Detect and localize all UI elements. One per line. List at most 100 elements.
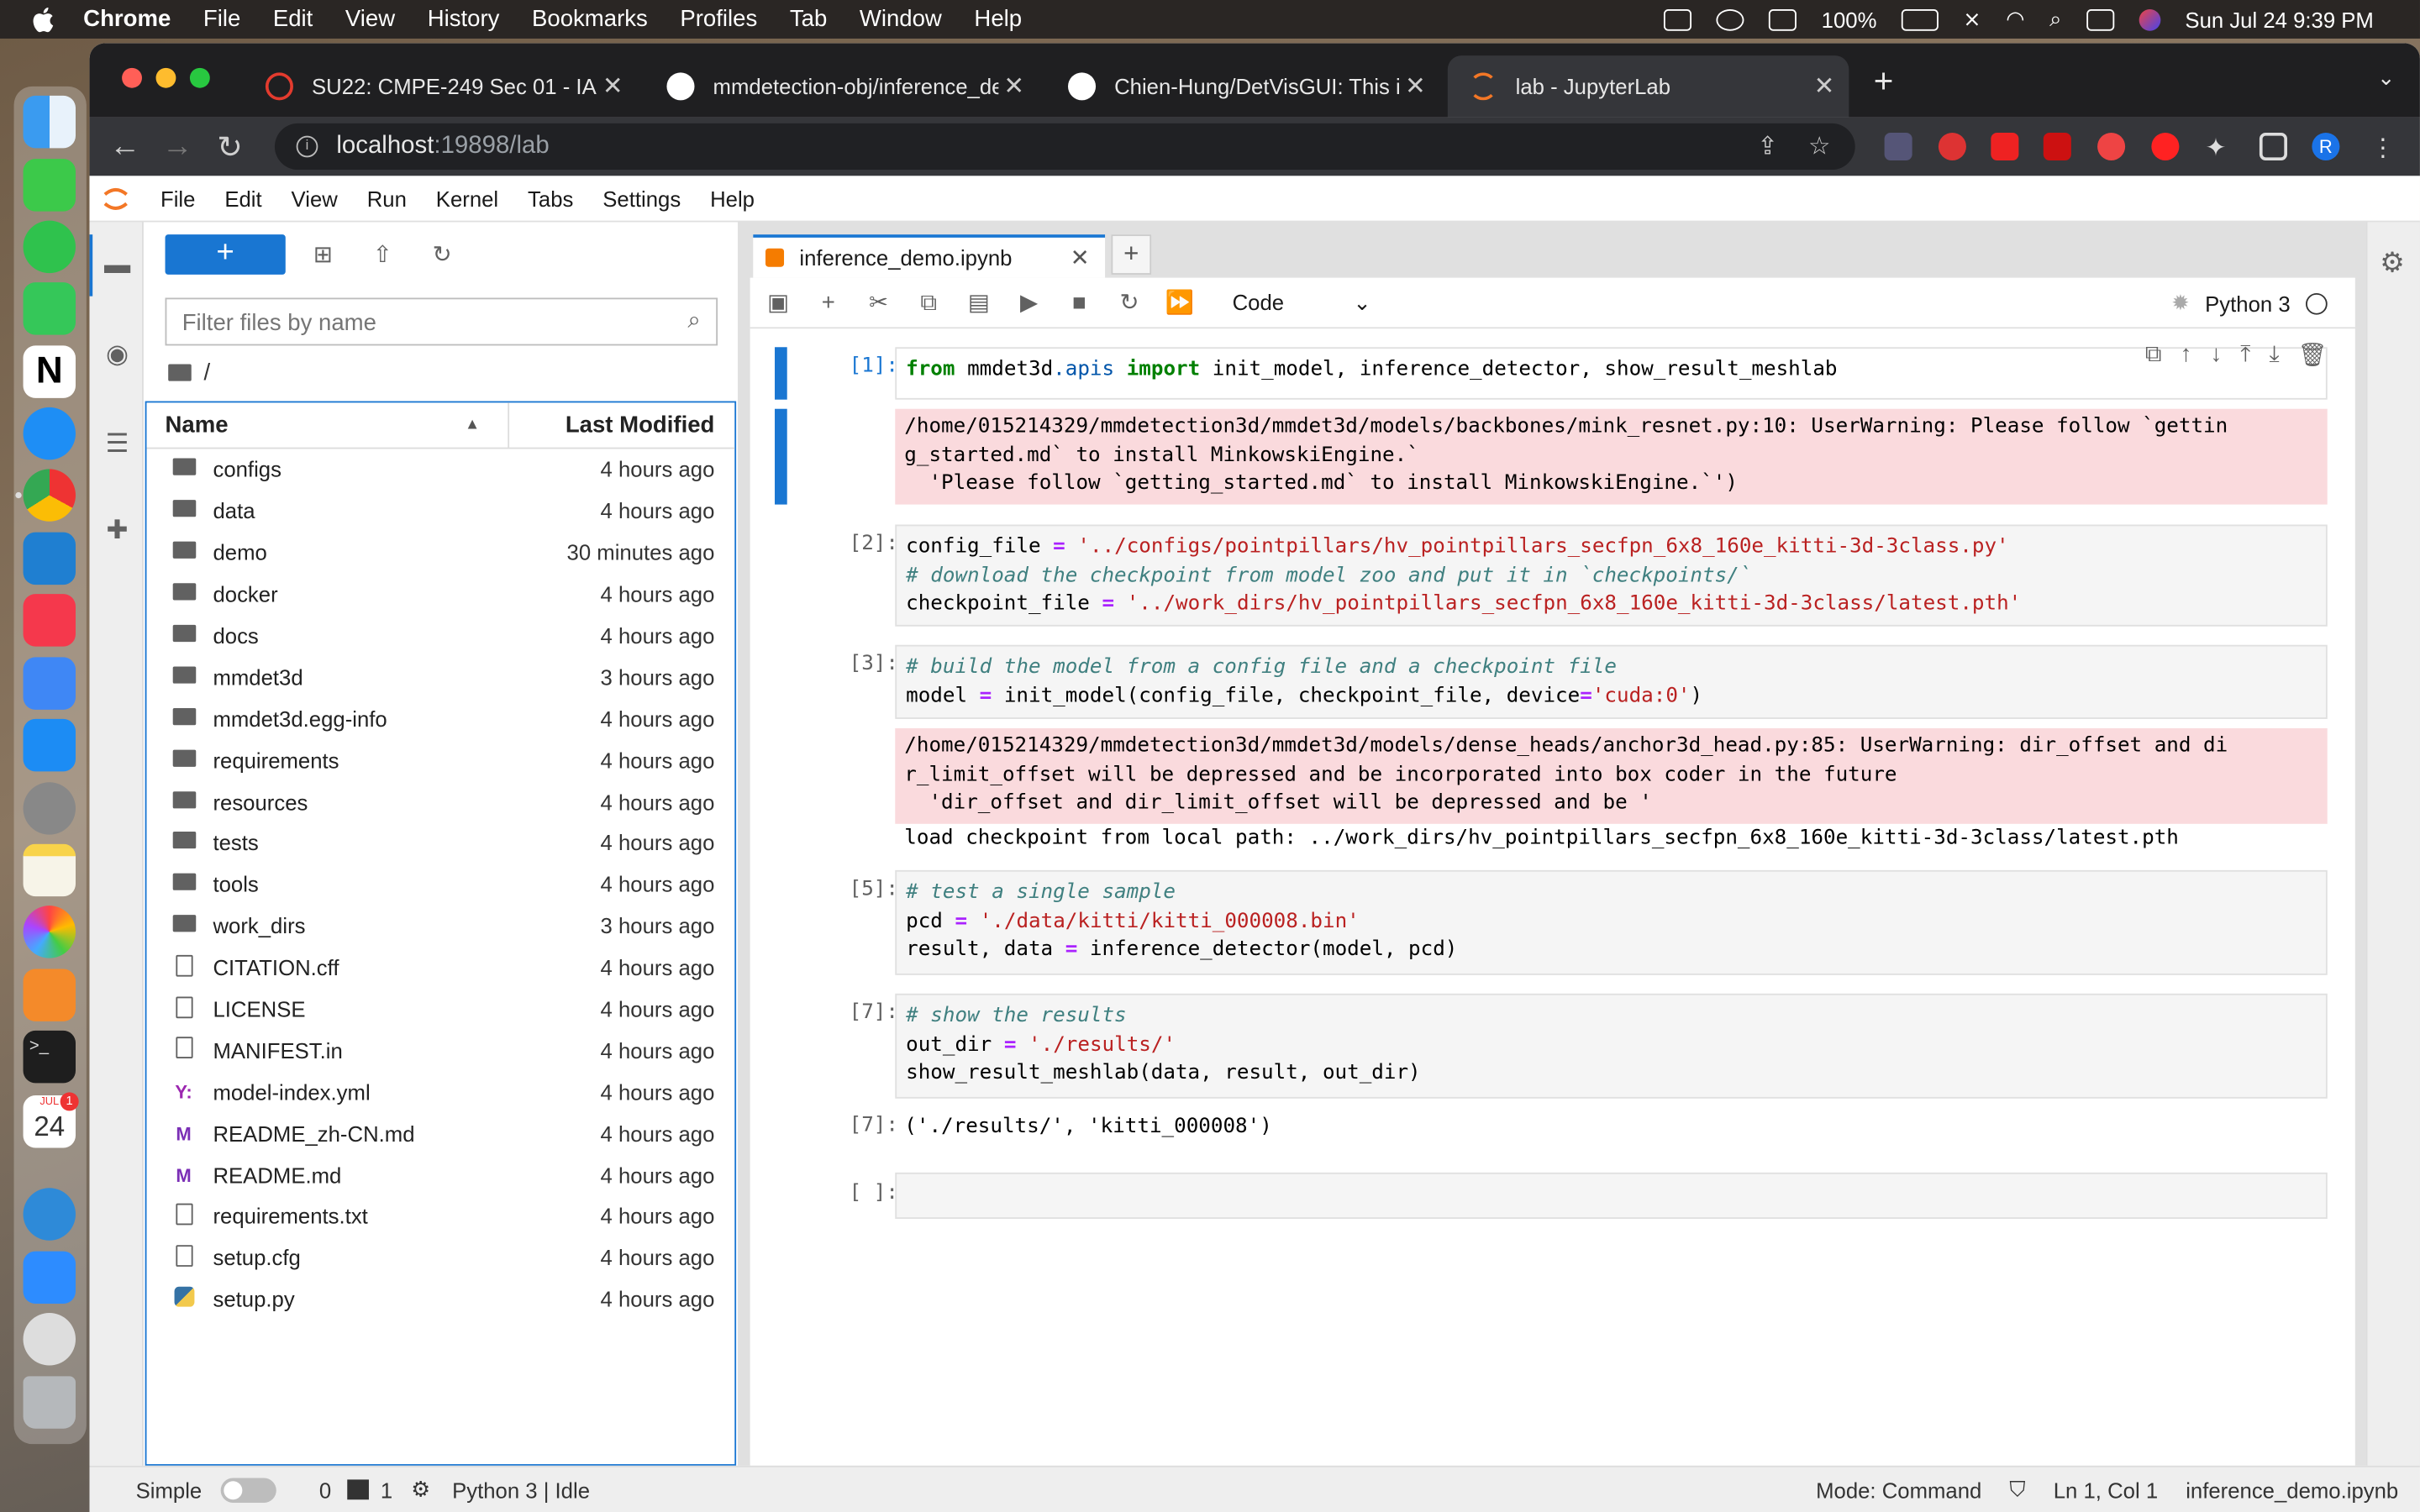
cursor-position[interactable]: Ln 1, Col 1 [2054, 1478, 2158, 1502]
new-folder-icon[interactable]: ⊞ [313, 241, 333, 268]
close-tab-icon[interactable]: ✕ [1400, 71, 1431, 102]
file-row[interactable]: Y: model-index.yml 4 hours ago [146, 1071, 734, 1112]
close-tab-icon[interactable]: ✕ [1809, 71, 1840, 102]
terminals-count[interactable]: 0 [319, 1478, 331, 1502]
menubar-file[interactable]: File [203, 6, 240, 32]
chrome-menu-icon[interactable]: ⋮ [2370, 133, 2398, 162]
menubar-datetime[interactable]: Sun Jul 24 9:39 PM [2185, 7, 2373, 31]
insert-below-icon[interactable]: ⤓ [2270, 341, 2280, 369]
system-preferences-icon[interactable] [23, 782, 76, 835]
battery-icon[interactable] [1901, 8, 1939, 30]
extension-icon-3[interactable] [1991, 132, 2019, 161]
share-icon[interactable]: ⇪ [1757, 131, 1778, 162]
delete-cell-icon[interactable]: 🗑 [2298, 341, 2328, 369]
file-row[interactable]: docs 4 hours ago [146, 615, 734, 656]
cell-input[interactable] [895, 1172, 2328, 1219]
menubar-view[interactable]: View [345, 6, 395, 32]
menubar-window[interactable]: Window [860, 6, 942, 32]
file-row[interactable]: MANIFEST.in 4 hours ago [146, 1030, 734, 1071]
screen-record-icon[interactable] [1664, 8, 1692, 30]
extension-icon-1[interactable] [1884, 132, 1912, 161]
display-icon[interactable] [1769, 8, 1797, 30]
file-row[interactable]: resources 4 hours ago [146, 781, 734, 822]
upload-icon[interactable]: ⇧ [373, 241, 392, 268]
file-row[interactable]: CITATION.cff 4 hours ago [146, 947, 734, 988]
jupyter-menu-view[interactable]: View [292, 186, 338, 210]
messages-icon[interactable] [23, 159, 76, 212]
cell-input[interactable]: from mmdet3d.apis import init_model, inf… [895, 347, 2328, 400]
browser-tab-detvisgui[interactable]: Chien-Hung/DetVisGUI: This is ✕ [1046, 55, 1439, 117]
file-row[interactable]: work_dirs 3 hours ago [146, 906, 734, 947]
zoom-window-button[interactable] [189, 67, 210, 88]
menubar-app-name[interactable]: Chrome [83, 6, 171, 32]
restart-kernel-icon[interactable]: ↻ [1104, 288, 1155, 316]
menubar-bookmarks[interactable]: Bookmarks [532, 6, 648, 32]
finder-icon[interactable] [23, 95, 76, 149]
extension-icon-2[interactable] [1938, 132, 1966, 161]
kernel-status[interactable]: Python 3 | Idle [452, 1478, 590, 1502]
copy-icon[interactable]: ⧉ [903, 289, 954, 315]
file-row[interactable]: mmdet3d 3 hours ago [146, 656, 734, 697]
kernel-indicator[interactable]: ✹ Python 3 [2171, 290, 2328, 316]
extension-manager-icon[interactable]: ✚ [102, 515, 133, 546]
move-up-icon[interactable]: ↑ [2181, 341, 2192, 369]
trash-icon[interactable] [23, 1376, 76, 1429]
file-row[interactable]: M README_zh-CN.md 4 hours ago [146, 1113, 734, 1154]
duplicate-cell-icon[interactable]: ⧉ [2145, 341, 2162, 369]
menubar-edit[interactable]: Edit [273, 6, 313, 32]
breadcrumb[interactable]: / [168, 360, 210, 386]
file-row[interactable]: mmdet3d.egg-info 4 hours ago [146, 698, 734, 739]
apple-icon[interactable] [31, 5, 55, 33]
insert-above-icon[interactable]: ⤒ [2240, 341, 2250, 369]
jupyter-menu-kernel[interactable]: Kernel [436, 186, 498, 210]
control-center-icon[interactable] [2086, 8, 2114, 30]
menubar-profiles[interactable]: Profiles [680, 6, 757, 32]
filter-files-input[interactable]: Filter files by name ⌕ [165, 297, 718, 346]
extensions-puzzle-icon[interactable]: ✦ [2206, 133, 2233, 162]
youtube-extension-icon[interactable] [2151, 132, 2180, 161]
jupyter-menu-edit[interactable]: Edit [224, 186, 261, 210]
vpn-app-icon[interactable] [23, 1188, 76, 1241]
browser-tab-mmdetection[interactable]: mmdetection-obj/inference_de ✕ [645, 55, 1039, 117]
file-row[interactable]: setup.py 4 hours ago [146, 1278, 734, 1320]
simple-mode-toggle[interactable] [220, 1477, 276, 1503]
browser-tab-canvas[interactable]: SU22: CMPE-249 Sec 01 - IA S ✕ [244, 55, 637, 117]
property-inspector-gear-icon[interactable]: ⚙ [2380, 247, 2405, 280]
jupyter-menu-tabs[interactable]: Tabs [528, 186, 573, 210]
mute-icon[interactable]: ⨯ [1963, 6, 1981, 32]
music-icon[interactable] [23, 594, 76, 647]
notion-icon[interactable]: N [23, 345, 76, 398]
vscode-icon[interactable] [23, 532, 76, 585]
photos-icon[interactable] [23, 906, 76, 958]
jupyter-menu-settings[interactable]: Settings [602, 186, 681, 210]
file-row[interactable]: setup.cfg 4 hours ago [146, 1237, 734, 1278]
notebook-tab[interactable]: inference_demo.ipynb ✕ [753, 234, 1106, 278]
site-info-icon[interactable]: i [296, 135, 318, 158]
close-tab-icon[interactable]: ✕ [998, 71, 1029, 102]
cut-icon[interactable]: ✂ [854, 288, 904, 316]
new-launcher-tab-button[interactable]: + [1111, 234, 1152, 275]
paste-icon[interactable]: ▤ [954, 288, 1004, 316]
profile-avatar[interactable]: R [2312, 132, 2340, 161]
minimize-window-button[interactable] [155, 67, 176, 88]
app-store-icon[interactable] [23, 718, 76, 772]
extension-icon-5[interactable] [2097, 132, 2126, 161]
table-of-contents-icon[interactable]: ☰ [102, 429, 133, 460]
kernels-count[interactable]: 1 [381, 1478, 392, 1502]
pencil-app-icon[interactable] [23, 969, 76, 1021]
zoom-icon[interactable] [23, 1251, 76, 1305]
address-bar[interactable]: i localhost :19898/lab ⇪ ☆ [274, 123, 1855, 171]
file-row[interactable]: LICENSE 4 hours ago [146, 989, 734, 1030]
cell-input[interactable]: # show the results out_dir = './results/… [895, 993, 2328, 1099]
file-row[interactable]: docker 4 hours ago [146, 574, 734, 615]
browser-tab-jupyterlab[interactable]: lab - JupyterLab ✕ [1447, 55, 1849, 118]
close-notebook-icon[interactable]: ✕ [1071, 244, 1090, 271]
column-header-modified[interactable]: Last Modified [509, 412, 734, 438]
column-header-name[interactable]: Name ▲ [146, 402, 510, 449]
jupyter-menu-help[interactable]: Help [710, 186, 755, 210]
file-row[interactable]: requirements 4 hours ago [146, 739, 734, 780]
running-kernels-stop-icon[interactable]: ◉ [102, 339, 133, 370]
close-window-button[interactable] [122, 67, 142, 88]
cell-input[interactable]: # test a single sample pcd = './data/kit… [895, 869, 2328, 975]
extension-icon-4[interactable] [2043, 132, 2071, 161]
